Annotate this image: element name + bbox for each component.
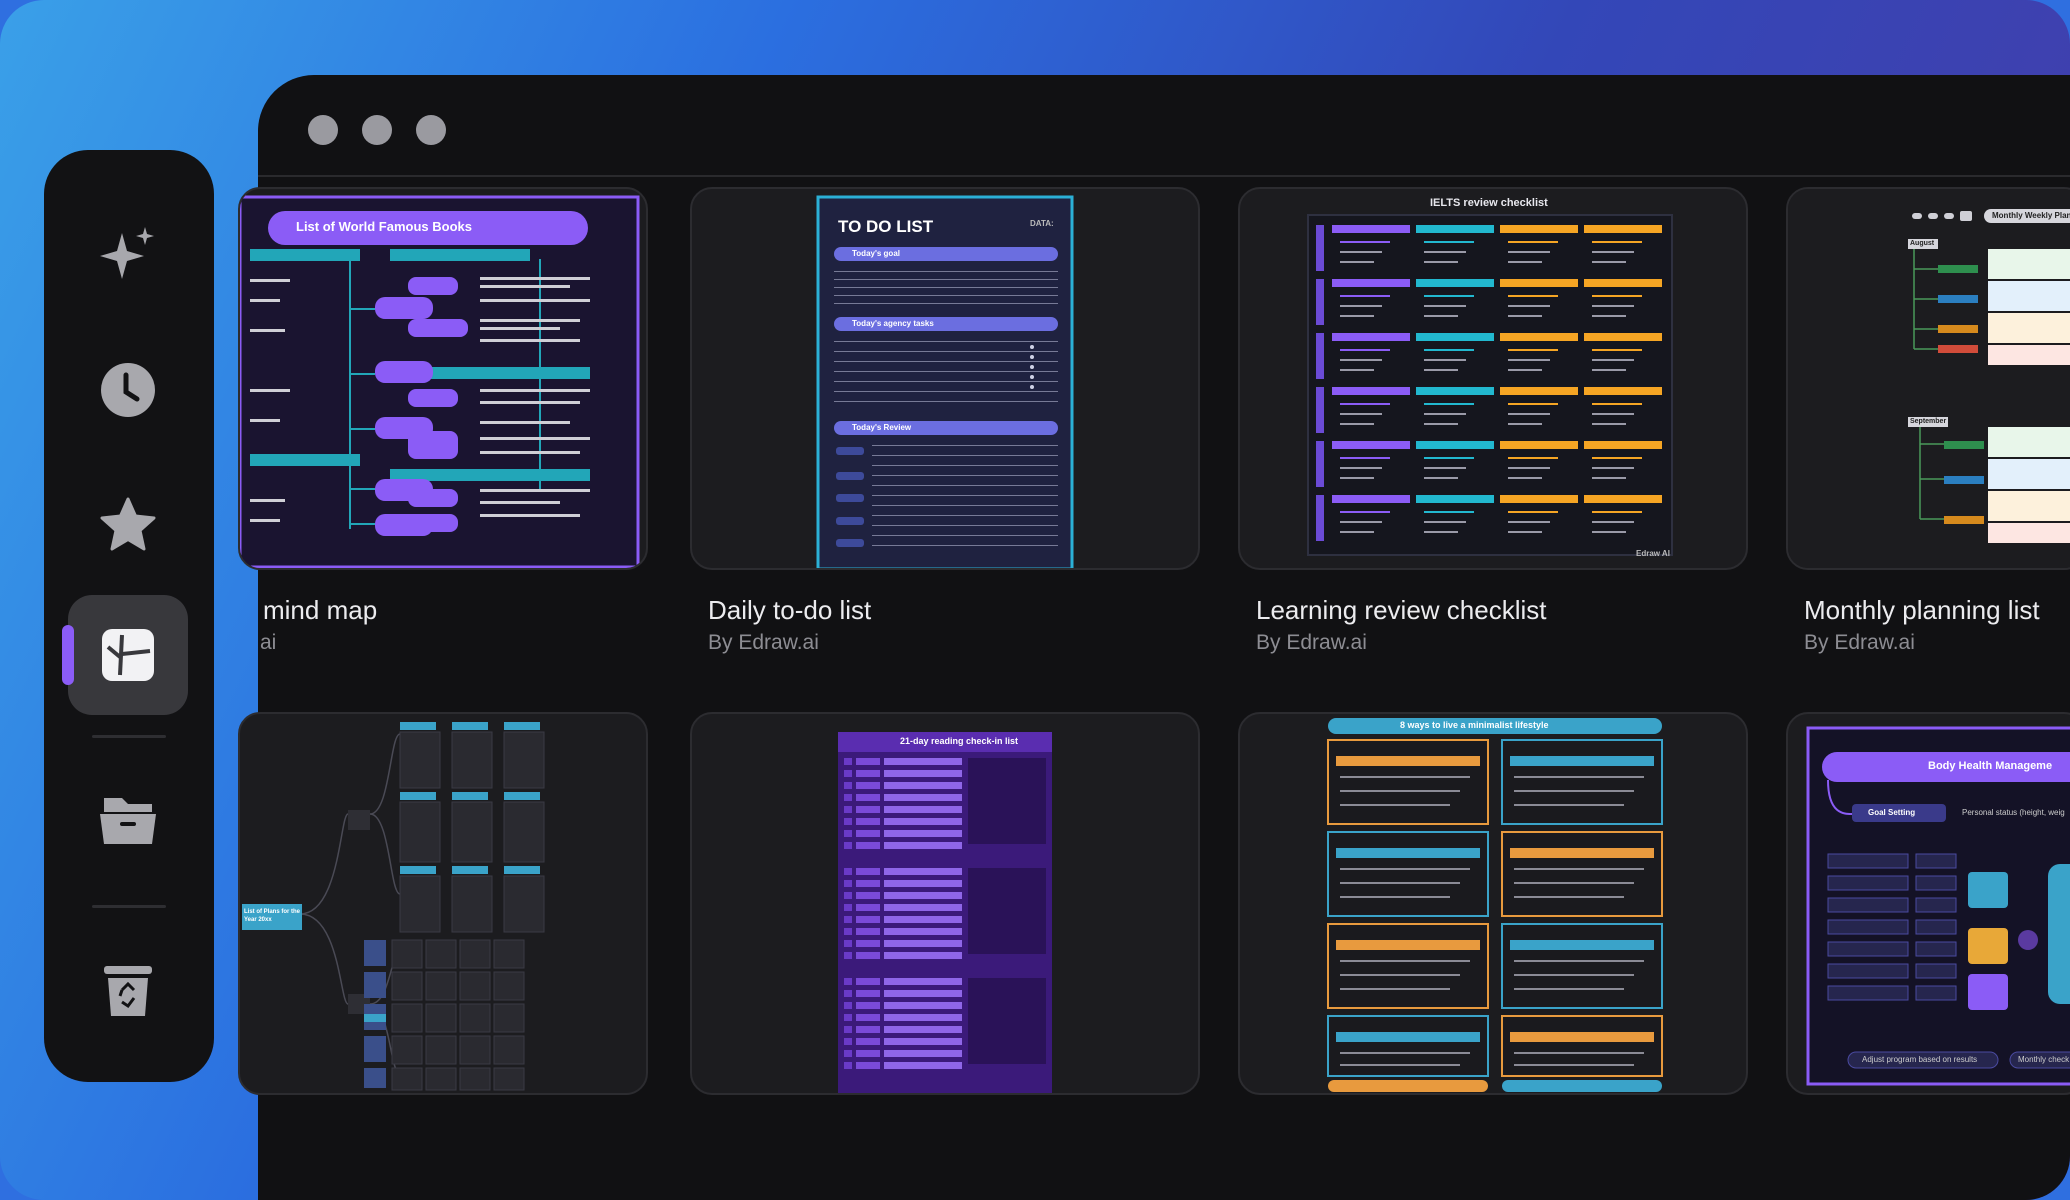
template-title[interactable]: Learning review checklist bbox=[1256, 595, 1546, 626]
maximize-button[interactable] bbox=[416, 115, 446, 145]
thumbnail-heading: IELTS review checklist bbox=[1430, 197, 1548, 209]
thumbnail-node: Goal Setting bbox=[1868, 808, 1916, 817]
clock-icon bbox=[101, 363, 155, 417]
template-title[interactable]: Monthly planning list bbox=[1804, 595, 2040, 626]
thumbnail-footer: Adjust program based on results bbox=[1862, 1055, 1978, 1064]
thumbnail-month: September bbox=[1910, 418, 1947, 425]
thumbnail-note: Personal status (height, weig bbox=[1962, 808, 2065, 817]
minimize-button[interactable] bbox=[362, 115, 392, 145]
thumbnail-root: List of Plans for the Year 20xx bbox=[244, 909, 301, 923]
close-button[interactable] bbox=[308, 115, 338, 145]
window-controls bbox=[308, 115, 446, 145]
sidebar bbox=[44, 150, 214, 1082]
thumbnail-section: Today's agency tasks bbox=[852, 319, 934, 328]
template-thumbnail bbox=[1307, 214, 1673, 556]
thumbnail-section: Today's goal bbox=[852, 249, 900, 258]
folder-icon bbox=[100, 798, 156, 844]
thumbnail-section: Today's Review bbox=[852, 423, 912, 432]
sidebar-item-ai[interactable] bbox=[68, 195, 188, 315]
template-title[interactable]: Daily to-do list bbox=[708, 595, 871, 626]
template-card-mind-map[interactable]: List of World Famous Books bbox=[238, 187, 648, 570]
template-card-daily-todo[interactable]: TO DO LIST DATA: Today's goal Today's ag… bbox=[690, 187, 1200, 570]
sidebar-item-favorites[interactable] bbox=[68, 465, 188, 585]
template-author: By Edraw.ai bbox=[708, 631, 819, 654]
template-card-body-health[interactable]: Body Health Manageme Goal Setting Person… bbox=[1786, 712, 2070, 1095]
thumbnail-heading: Body Health Manageme bbox=[1928, 760, 2053, 772]
thumbnail-footer: Monthly check bbox=[2018, 1055, 2070, 1064]
trash-icon bbox=[104, 966, 152, 1016]
main-window: List of World Famous Books mind map ai T… bbox=[238, 75, 2070, 1200]
star-icon bbox=[100, 497, 156, 551]
template-card-learning-review[interactable]: IELTS review checklist Edraw AI bbox=[1238, 187, 1748, 570]
thumbnail-date-label: DATA: bbox=[1030, 219, 1054, 228]
template-title[interactable]: mind map bbox=[263, 595, 377, 626]
template-author: By Edraw.ai bbox=[1804, 631, 1915, 654]
sparkle-icon bbox=[100, 227, 154, 279]
template-thumbnail bbox=[242, 722, 545, 1091]
thumbnail-heading: 21-day reading check-in list bbox=[900, 736, 1019, 746]
template-author: By Edraw.ai bbox=[1256, 631, 1367, 654]
template-thumbnail bbox=[240, 195, 640, 568]
divider bbox=[258, 175, 2070, 177]
app-background: List of World Famous Books mind map ai T… bbox=[0, 0, 2070, 1200]
template-card-monthly-planning[interactable]: Monthly Weekly Plan Ch August September bbox=[1786, 187, 2070, 570]
thumbnail-tab: Monthly Weekly Plan Ch bbox=[1992, 211, 2070, 220]
templates-icon bbox=[102, 629, 154, 681]
template-author: ai bbox=[260, 631, 277, 654]
thumbnail-month: August bbox=[1910, 240, 1935, 247]
sidebar-item-trash[interactable] bbox=[68, 930, 188, 1050]
template-thumbnail bbox=[1327, 718, 1663, 1092]
sidebar-item-templates[interactable] bbox=[62, 595, 188, 715]
template-card-minimalist[interactable]: 8 ways to live a minimalist lifestyle bbox=[1238, 712, 1748, 1095]
thumbnail-heading: TO DO LIST bbox=[838, 217, 934, 236]
sidebar-divider bbox=[92, 905, 166, 908]
thumbnail-watermark: Edraw AI bbox=[1636, 549, 1670, 558]
thumbnail-heading: List of World Famous Books bbox=[296, 219, 472, 234]
thumbnail-heading: 8 ways to live a minimalist lifestyle bbox=[1400, 720, 1549, 730]
sidebar-divider bbox=[92, 735, 166, 738]
template-card-reading-checkin[interactable]: 21-day reading check-in list bbox=[690, 712, 1200, 1095]
sidebar-item-files[interactable] bbox=[68, 760, 188, 880]
template-thumbnail bbox=[816, 195, 1074, 568]
template-thumbnail bbox=[838, 732, 1052, 1093]
template-card-annual-plan[interactable]: List of Plans for the Year 20xx bbox=[238, 712, 648, 1095]
sidebar-item-recent[interactable] bbox=[68, 330, 188, 450]
